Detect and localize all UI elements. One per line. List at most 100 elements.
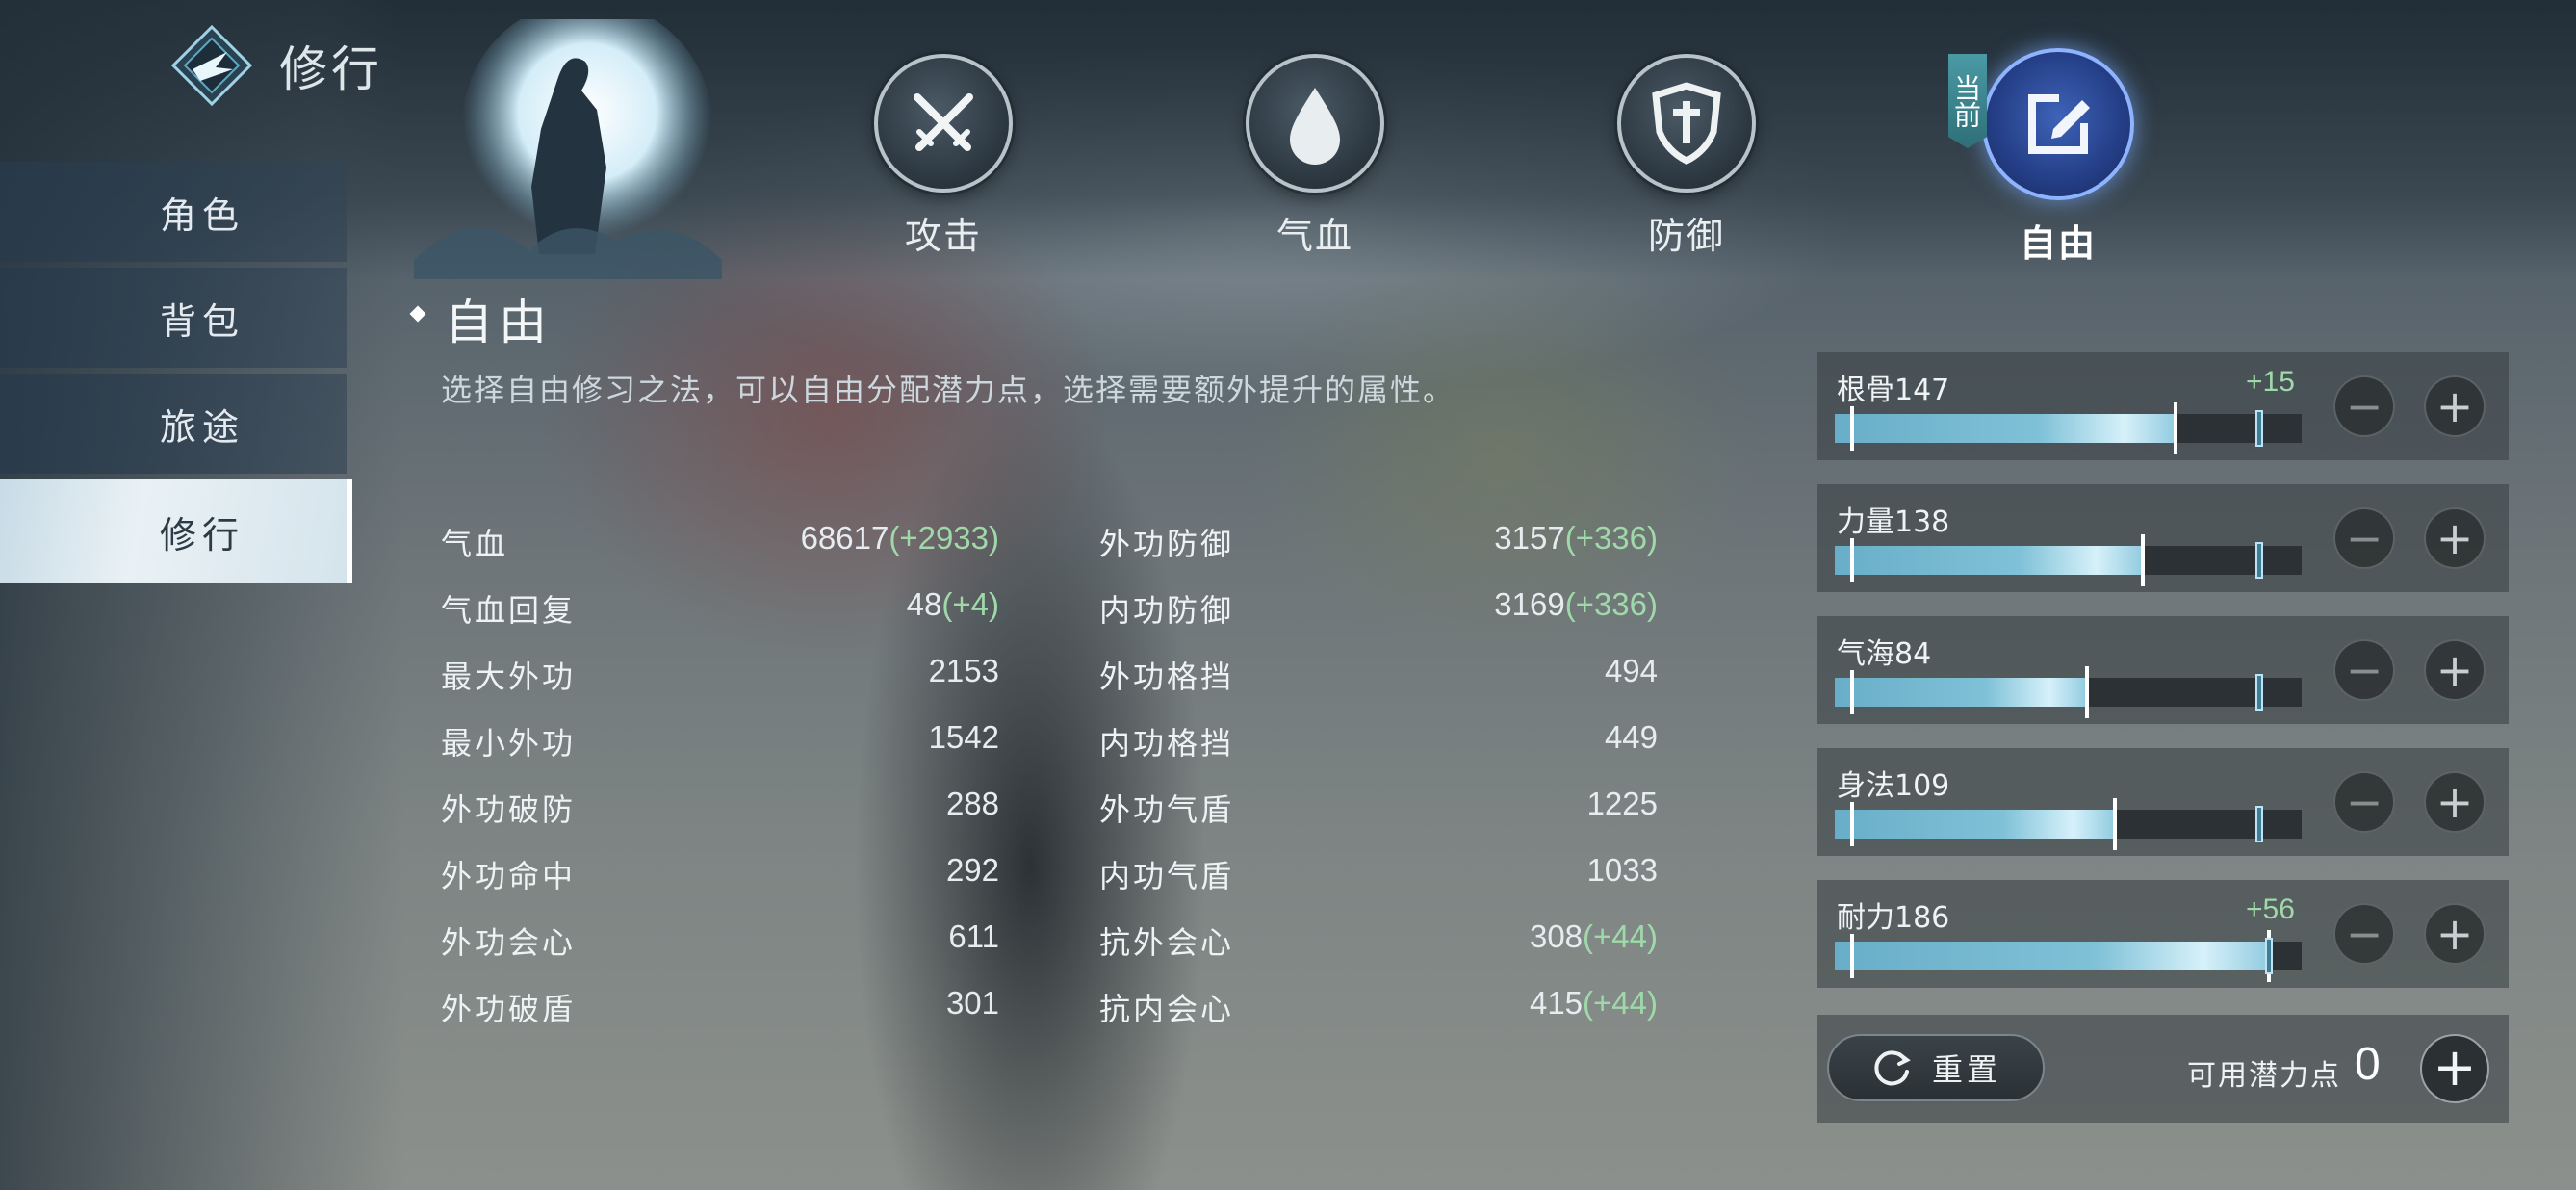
attribute-bar[interactable] — [1835, 930, 2302, 982]
attribute-bar-fill — [1835, 802, 2115, 846]
stat-value: 2153 — [928, 653, 999, 688]
attribute-name: 力量138 — [1837, 505, 1950, 539]
tab-defense[interactable]: 防御 — [1590, 54, 1783, 266]
cultivation-logo-icon — [171, 25, 252, 106]
reset-button[interactable]: 重置 — [1827, 1034, 2045, 1101]
page-title: 修行 — [279, 41, 383, 97]
stat-name: 内功气盾 — [1099, 858, 1235, 894]
bar-start-tick — [1850, 670, 1854, 714]
attribute-name: 耐力186 — [1837, 901, 1950, 935]
stat-name: 气血回复 — [441, 592, 577, 629]
free-tab-button[interactable] — [1982, 48, 2134, 200]
attribute-bonus: +15 — [2246, 366, 2295, 398]
defense-tab-button[interactable] — [1617, 54, 1756, 193]
sidebar-item-cultivation[interactable]: 修行 — [0, 479, 352, 583]
plus-button[interactable]: + — [2424, 375, 2486, 437]
attribute-bar-handle[interactable] — [2174, 402, 2177, 454]
stat-row: 内功气盾 1033 — [1099, 852, 1658, 900]
plus-button[interactable]: + — [2424, 639, 2486, 701]
stat-name: 外功破防 — [441, 791, 577, 828]
stat-value: 3157(+336) — [1494, 520, 1658, 556]
attribute-row-qihai: 气海84 − + — [1817, 616, 2509, 724]
minus-button[interactable]: − — [2333, 903, 2395, 965]
stat-row: 气血回复 48(+4) — [441, 586, 999, 634]
tab-defense-label: 防御 — [1647, 215, 1725, 257]
sidebar: 角色 背包 旅途 修行 — [0, 162, 352, 589]
stat-value: 288 — [945, 786, 999, 821]
attribute-bar-fill — [1835, 406, 2176, 451]
refresh-icon — [1874, 1050, 1911, 1086]
attribute-bar[interactable] — [1835, 534, 2302, 586]
minus-button[interactable]: − — [2333, 771, 2395, 833]
stat-value: 3169(+336) — [1494, 586, 1658, 622]
stat-row: 内功防御 3169(+336) — [1099, 586, 1658, 634]
tab-attack[interactable]: 攻击 — [847, 54, 1040, 266]
bar-start-tick — [1850, 802, 1854, 846]
stat-name: 内功格挡 — [1099, 725, 1235, 762]
stat-name: 外功破盾 — [441, 991, 577, 1027]
sidebar-item-journey[interactable]: 旅途 — [0, 374, 347, 474]
attribute-bar-handle[interactable] — [2141, 534, 2145, 586]
attribute-row-gengu: 根骨147 +15 − + — [1817, 352, 2509, 460]
minus-button[interactable]: − — [2333, 639, 2395, 701]
tab-attack-label: 攻击 — [904, 215, 982, 257]
attack-tab-button[interactable] — [874, 54, 1013, 193]
stat-row: 外功气盾 1225 — [1099, 786, 1658, 834]
blood-drop-icon — [1290, 88, 1340, 165]
reset-label: 重置 — [1931, 1051, 2001, 1088]
attribute-bar-fill — [1835, 670, 2087, 714]
stat-row: 外功破盾 301 — [441, 985, 999, 1033]
sidebar-item-character[interactable]: 角色 — [0, 162, 347, 262]
stat-value: 1033 — [1586, 852, 1658, 888]
blood-tab-button[interactable] — [1246, 54, 1384, 193]
attribute-name: 根骨147 — [1837, 374, 1950, 407]
bar-start-tick — [1850, 934, 1854, 978]
minus-button[interactable]: − — [2333, 375, 2395, 437]
section-bullet — [409, 305, 426, 323]
minus-button[interactable]: − — [2333, 507, 2395, 569]
stat-name: 外功格挡 — [1099, 659, 1235, 695]
plus-button[interactable]: + — [2424, 507, 2486, 569]
sidebar-item-bag[interactable]: 背包 — [0, 268, 347, 368]
stat-row: 外功格挡 494 — [1099, 653, 1658, 701]
stat-value: 611 — [948, 918, 999, 954]
stat-row: 外功会心 611 — [441, 918, 999, 967]
bar-start-tick — [1850, 538, 1854, 582]
attribute-name: 身法109 — [1837, 769, 1950, 803]
attribute-bar-handle[interactable] — [2085, 666, 2089, 718]
tab-free[interactable]: 自由 — [1962, 48, 2154, 265]
attribute-bar-handle[interactable] — [2113, 798, 2117, 850]
attribute-bar[interactable] — [1835, 798, 2302, 850]
attribute-row-shenfa: 身法109 − + — [1817, 748, 2509, 856]
stat-value: 68617(+2933) — [800, 520, 999, 556]
crossed-swords-icon — [914, 93, 973, 151]
available-points-value: 0 — [2355, 1039, 2381, 1090]
stat-row: 外功命中 292 — [441, 852, 999, 900]
available-points-label: 可用潜力点 — [2187, 1059, 2341, 1093]
stat-name: 内功防御 — [1099, 592, 1235, 629]
attribute-bonus: +56 — [2246, 893, 2295, 925]
attribute-row-liliang: 力量138 − + — [1817, 484, 2509, 592]
section-title: 自由 — [445, 295, 553, 350]
stat-row: 内功格挡 449 — [1099, 719, 1658, 767]
attribute-bar-marker — [2255, 410, 2263, 447]
stat-name: 最大外功 — [441, 659, 577, 695]
bar-start-tick — [1850, 406, 1854, 451]
attribute-bar-marker — [2255, 542, 2263, 579]
tab-free-label: 自由 — [2019, 221, 2097, 265]
add-points-button[interactable]: + — [2420, 1034, 2489, 1103]
tab-blood[interactable]: 气血 — [1219, 54, 1411, 266]
attribute-bar[interactable] — [1835, 402, 2302, 454]
plus-button[interactable]: + — [2424, 771, 2486, 833]
stat-name: 抗内会心 — [1099, 991, 1235, 1027]
attribute-bar-marker — [2265, 938, 2273, 974]
attribute-bar[interactable] — [1835, 666, 2302, 718]
attribute-bar-fill — [1835, 538, 2143, 582]
stat-row: 外功防御 3157(+336) — [1099, 520, 1658, 568]
stat-value: 48(+4) — [906, 586, 999, 622]
stat-value: 415(+44) — [1529, 985, 1658, 1021]
attribute-bar-marker — [2255, 674, 2263, 711]
plus-button[interactable]: + — [2424, 903, 2486, 965]
stat-row: 外功破防 288 — [441, 786, 999, 834]
potential-points-bar: 重置 可用潜力点 0 + — [1817, 1015, 2509, 1123]
